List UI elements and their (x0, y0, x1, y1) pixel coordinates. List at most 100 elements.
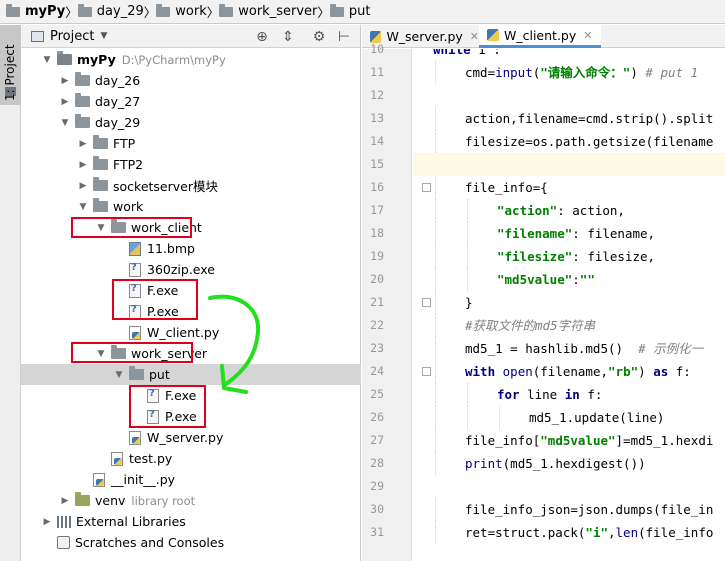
collapse-all-icon[interactable]: ⇕ (279, 28, 297, 46)
code-token: #获取文件的md5字符串 (465, 318, 596, 333)
hide-panel-icon[interactable]: ⊢ (335, 28, 353, 46)
tree-item-label: 360zip.exe (147, 262, 215, 277)
tree-item[interactable]: ▶W_client.py (21, 322, 361, 343)
close-icon[interactable]: ✕ (583, 29, 592, 42)
code-token: ) (638, 364, 654, 379)
tree-item[interactable]: ▶ External Libraries (21, 511, 361, 532)
breadcrumb-label: work_server (238, 4, 318, 19)
code-token: with (465, 364, 503, 379)
tree-item[interactable]: ▶360zip.exe (21, 259, 361, 280)
code-token: file_info_json=json.dumps(file_in (465, 502, 714, 517)
code-line: while 1 : (413, 49, 725, 61)
locate-file-icon[interactable]: ⊕ (253, 28, 271, 46)
indent-guide (435, 176, 436, 199)
chevron-right-icon[interactable]: ▶ (59, 76, 71, 86)
tree-item-label: work (113, 199, 144, 214)
code-line: action,filename=cmd.strip().split (413, 107, 725, 130)
code-token: "action" (497, 203, 558, 218)
chevron-down-icon[interactable]: ▼ (100, 31, 107, 41)
code-line: for line in f: (413, 383, 725, 406)
tree-item[interactable]: ▶__init__.py (21, 469, 361, 490)
chevron-right-icon[interactable]: ▶ (59, 496, 71, 506)
code-token: (md5_1.hexdigest()) (502, 456, 646, 471)
code-line: "action": action, (413, 199, 725, 222)
breadcrumb-label: day_29 (96, 4, 144, 19)
chevron-right-icon: 〉 (143, 5, 157, 20)
folder-icon (129, 366, 144, 380)
code-token: cmd= (465, 65, 496, 80)
tree-item[interactable]: ▶ FTP (21, 133, 361, 154)
folder-icon (93, 135, 108, 149)
tree-item[interactable]: ▶test.py (21, 448, 361, 469)
py-file-icon (111, 451, 123, 466)
breadcrumb-item[interactable]: work_server (219, 0, 318, 23)
project-view-selector[interactable]: Project (50, 29, 94, 44)
code-token: line (519, 387, 565, 402)
breadcrumb-item[interactable]: day_29 (77, 0, 144, 23)
tree-item[interactable]: ▶11.bmp (21, 238, 361, 259)
chevron-right-icon[interactable]: ▶ (77, 139, 89, 149)
code-line: "md5value":"" (413, 268, 725, 291)
breadcrumb-item[interactable]: put (329, 0, 370, 23)
folder-icon (93, 156, 108, 170)
breadcrumb-item[interactable]: work (156, 0, 207, 23)
py-file-icon (129, 325, 141, 340)
code-token: file_info={ (465, 180, 548, 195)
scratch-icon (57, 536, 70, 549)
breadcrumb-item[interactable]: myPy (6, 0, 66, 23)
chevron-right-icon[interactable]: ▶ (59, 97, 71, 107)
tree-item-label: W_server.py (147, 430, 224, 445)
chevron-down-icon[interactable]: ▼ (41, 55, 53, 65)
editor-tab[interactable]: W_client.py ✕ (479, 25, 601, 48)
code-area[interactable]: while 1 : cmd=input("请输入命令：") # put 1 acti… (413, 49, 725, 561)
code-token: f: (579, 387, 603, 402)
code-line: "filesize": filesize, (413, 245, 725, 268)
code-token: md5_1 = hashlib.md5() (465, 341, 639, 356)
code-token: "" (579, 272, 595, 287)
folder-icon (75, 114, 90, 128)
indent-guide (435, 314, 436, 337)
line-number: 24 (370, 364, 384, 378)
tree-item[interactable]: ▼ myPy D:\PyCharm\myPy (21, 49, 361, 70)
indent-guide (435, 245, 436, 268)
code-token: "md5value" (497, 272, 573, 287)
project-tool-label[interactable]: 1: Project (3, 44, 17, 101)
breadcrumb-label: myPy (25, 4, 66, 19)
chevron-down-icon[interactable]: ▼ (59, 118, 71, 128)
code-line: "filename": filename, (413, 222, 725, 245)
folder-icon (75, 93, 90, 107)
chevron-right-icon[interactable]: ▶ (77, 160, 89, 170)
folder-icon (156, 3, 171, 17)
code-line: with open(filename,"rb") as f: (413, 360, 725, 383)
code-token: action,filename=cmd.strip().split (465, 111, 714, 126)
tree-item[interactable]: ▶ day_27 (21, 91, 361, 112)
tree-item[interactable]: ▼ day_29 (21, 112, 361, 133)
tree-item[interactable]: ▶ socketserver模块 (21, 175, 361, 196)
chevron-right-icon[interactable]: ▶ (41, 517, 53, 527)
indent-guide (435, 291, 436, 314)
chevron-down-icon[interactable]: ▼ (77, 202, 89, 212)
editor-tab-label: W_client.py (504, 27, 577, 43)
annotation-box-work-server (71, 342, 193, 363)
code-token: "rb" (608, 364, 639, 379)
tree-item[interactable]: ▼ put (21, 364, 361, 385)
tree-item[interactable]: ▼ work (21, 196, 361, 217)
chevron-down-icon[interactable]: ▼ (113, 370, 125, 380)
close-icon[interactable]: ✕ (470, 30, 479, 43)
code-token: "md5value" (540, 433, 616, 448)
tree-item[interactable]: ▶ venv library root (21, 490, 361, 511)
breadcrumb: myPy 〉 day_29 〉 work 〉 work_server 〉 put (0, 0, 725, 24)
tree-item[interactable]: ▶ FTP2 (21, 154, 361, 175)
tree-item[interactable]: ▶Scratches and Consoles (21, 532, 361, 553)
code-line: md5_1.update(line) (413, 406, 725, 429)
indent-guide (467, 222, 468, 245)
tree-item[interactable]: ▶W_server.py (21, 427, 361, 448)
code-line: file_info_json=json.dumps(file_in (413, 498, 725, 521)
code-token: : (572, 272, 580, 287)
chevron-right-icon[interactable]: ▶ (77, 181, 89, 191)
code-token: ]=md5_1.hexdi (615, 433, 714, 448)
line-number: 26 (370, 410, 384, 424)
tree-item[interactable]: ▶ day_26 (21, 70, 361, 91)
gear-icon[interactable]: ⚙ (310, 28, 328, 46)
